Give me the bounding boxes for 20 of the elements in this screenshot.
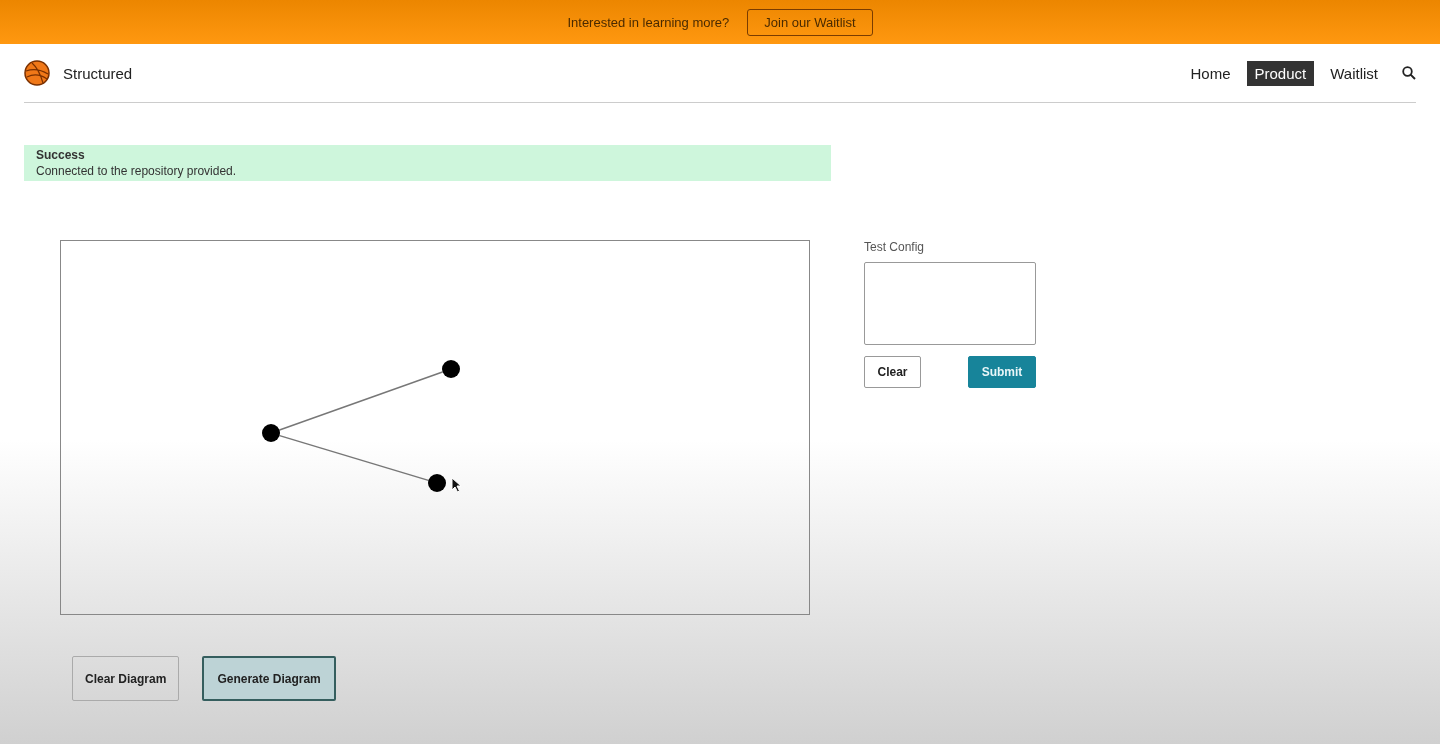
ball-logo-icon[interactable] (24, 60, 50, 86)
cursor-icon (451, 477, 462, 493)
graph-node[interactable] (428, 474, 446, 492)
alert-title: Success (36, 148, 86, 162)
alert-message: Connected to the repository provided. (36, 164, 237, 178)
nav-link[interactable]: Waitlist (1322, 60, 1386, 86)
diagram-button[interactable]: Generate Diagram (202, 656, 336, 701)
field-label: Test Config (864, 240, 926, 254)
diagram-button[interactable]: Clear Diagram (72, 656, 180, 701)
banner-text: Interested in learning more? (567, 14, 730, 30)
config-input-field[interactable] (864, 262, 1036, 345)
search-icon[interactable] (1402, 66, 1416, 80)
waitlist-button[interactable]: Join our Waitlist (747, 8, 873, 36)
graph-node[interactable] (262, 424, 280, 442)
brand-name: Structured (63, 64, 133, 82)
nav-link[interactable]: Product (1246, 60, 1315, 86)
nav-link[interactable]: Home (1182, 60, 1239, 86)
form-button[interactable]: Clear (864, 356, 921, 388)
graph-node[interactable] (442, 360, 460, 378)
form-button[interactable]: Submit (968, 356, 1036, 388)
